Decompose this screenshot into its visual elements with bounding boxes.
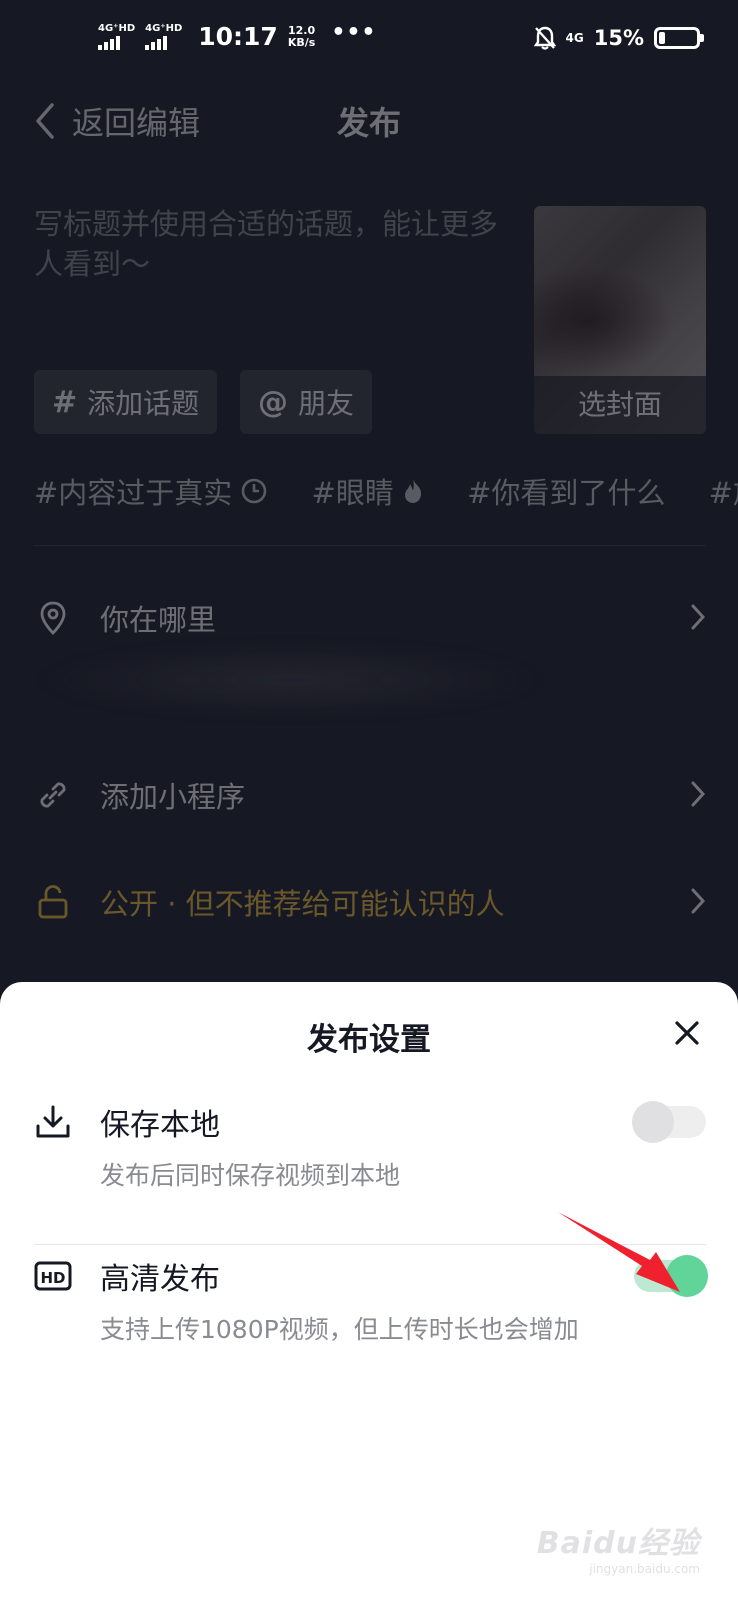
watermark-logo: Baidu经验 jingyan.baidu.com bbox=[536, 1526, 700, 1576]
status-bar: 4G⁺HD 4G⁺HD 10:17 12.0 KB/s ••• 4G 15% bbox=[0, 0, 738, 80]
signal-2: 4G⁺HD bbox=[145, 23, 182, 50]
hd-icon: HD bbox=[34, 1261, 72, 1291]
location-row[interactable]: 你在哪里 bbox=[34, 588, 706, 648]
add-topic-label: 添加话题 bbox=[87, 387, 200, 420]
fire-icon bbox=[404, 479, 421, 503]
svg-text:HD: HD bbox=[40, 1269, 65, 1287]
network-type: 4G bbox=[565, 31, 584, 45]
cover-label: 选封面 bbox=[534, 376, 706, 434]
hashtag-suggestion[interactable]: #你看到了什么 bbox=[467, 470, 665, 512]
chevron-right-icon bbox=[691, 888, 706, 914]
annotation-arrow bbox=[558, 1212, 680, 1292]
divider bbox=[34, 545, 706, 546]
battery-percent: 15% bbox=[593, 26, 644, 50]
network-speed: 12.0 KB/s bbox=[287, 23, 316, 49]
cover-selector[interactable]: 选封面 bbox=[534, 206, 706, 434]
download-icon bbox=[36, 1105, 70, 1138]
mention-friend-button[interactable]: @ 朋友 bbox=[240, 370, 373, 434]
clock: 10:17 bbox=[198, 22, 278, 51]
link-icon bbox=[34, 776, 72, 814]
save-local-toggle[interactable] bbox=[632, 1101, 706, 1143]
chevron-right-icon bbox=[691, 781, 706, 807]
privacy-label: 公开 · 但不推荐给可能认识的人 bbox=[100, 887, 505, 921]
cover-thumbnail bbox=[534, 266, 674, 376]
hd-publish-title: 高清发布 bbox=[100, 1262, 220, 1297]
save-local-option: 保存本地 发布后同时保存视频到本地 bbox=[34, 1100, 706, 1190]
add-topic-button[interactable]: # 添加话题 bbox=[34, 370, 218, 434]
page-title: 发布 bbox=[336, 104, 401, 142]
save-local-title: 保存本地 bbox=[100, 1108, 220, 1143]
close-icon[interactable] bbox=[672, 1018, 702, 1048]
hd-publish-desc: 支持上传1080P视频，但上传时长也会增加 bbox=[100, 1315, 579, 1344]
location-label: 你在哪里 bbox=[100, 603, 217, 637]
battery-icon bbox=[654, 27, 704, 49]
sheet-title: 发布设置 bbox=[307, 1022, 431, 1058]
location-suggestions-blurred bbox=[30, 640, 550, 720]
clock-icon bbox=[242, 478, 267, 504]
save-local-desc: 发布后同时保存视频到本地 bbox=[100, 1161, 401, 1190]
signal-bars-icon bbox=[98, 35, 120, 50]
more-notifications-icon: ••• bbox=[331, 20, 377, 45]
hashtag-icon: # bbox=[52, 384, 78, 420]
bell-muted-icon bbox=[533, 26, 556, 50]
hashtag-suggestion[interactable]: #旅 bbox=[709, 470, 738, 512]
header: 返回编辑 发布 bbox=[0, 92, 738, 148]
signal-1: 4G⁺HD bbox=[98, 23, 135, 50]
mini-program-label: 添加小程序 bbox=[100, 780, 246, 814]
unlock-icon bbox=[34, 883, 72, 921]
suggested-hashtags: #内容过于真实 #眼睛 #你看到了什么 #旅 bbox=[34, 470, 738, 514]
mention-friend-label: 朋友 bbox=[298, 387, 355, 420]
chevron-right-icon bbox=[691, 604, 706, 630]
hashtag-suggestion[interactable]: #眼睛 bbox=[312, 470, 424, 512]
mini-program-row[interactable]: 添加小程序 bbox=[34, 765, 706, 825]
hashtag-suggestion[interactable]: #内容过于真实 bbox=[34, 470, 268, 512]
privacy-row[interactable]: 公开 · 但不推荐给可能认识的人 bbox=[34, 872, 706, 932]
caption-input[interactable]: 写标题并使用合适的话题，能让更多人看到～ bbox=[34, 204, 504, 284]
location-pin-icon bbox=[34, 599, 72, 637]
at-icon: @ bbox=[258, 384, 288, 420]
signal-bars-icon bbox=[145, 35, 168, 50]
